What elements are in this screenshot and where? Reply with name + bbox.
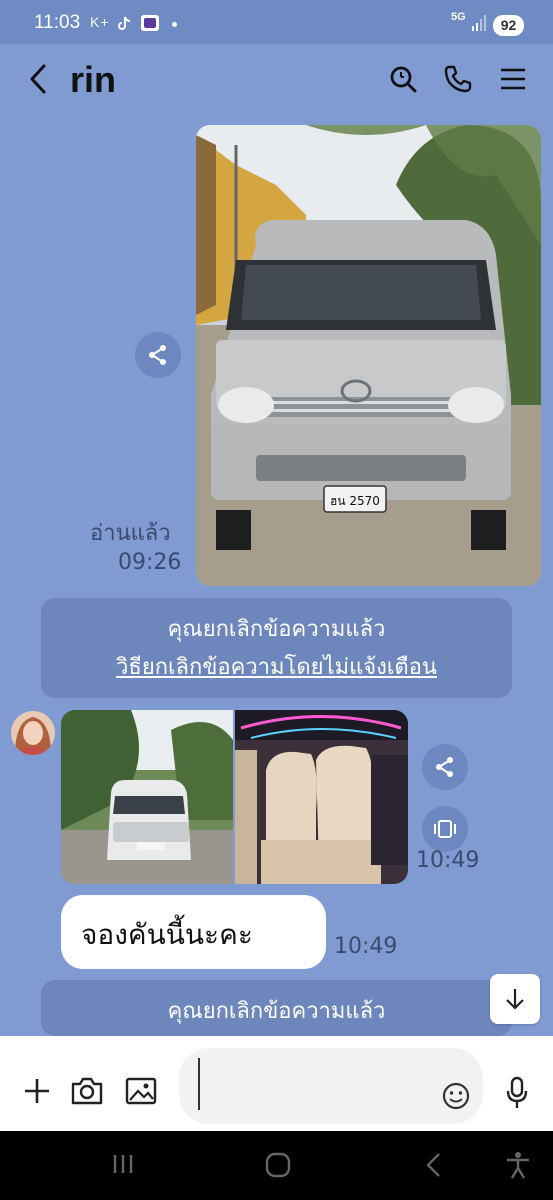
status-carrier-indicator: K+	[90, 14, 110, 30]
menu-icon[interactable]	[498, 64, 528, 94]
home-icon[interactable]	[264, 1151, 292, 1179]
photo-album[interactable]	[61, 710, 408, 884]
album-photos	[61, 710, 408, 884]
back-icon[interactable]	[24, 60, 54, 98]
status-bar: 11:03 K+ 5G 92	[0, 0, 553, 44]
back-nav-icon[interactable]	[422, 1151, 444, 1179]
scroll-to-bottom-button[interactable]	[490, 974, 540, 1024]
message-composer	[0, 1036, 553, 1131]
unsent-text: คุณยกเลิกข้อความแล้ว	[167, 999, 386, 1024]
search-icon[interactable]	[388, 64, 418, 94]
signal-icon	[472, 15, 486, 31]
battery-indicator: 92	[493, 15, 524, 36]
unsent-notice: คุณยกเลิกข้อความแล้ว วิธียกเลิกข้อความโด…	[41, 598, 512, 698]
avatar[interactable]	[11, 711, 55, 755]
chat-title[interactable]: rin	[70, 59, 116, 101]
message-time: 10:49	[416, 848, 480, 873]
album-view-button[interactable]	[422, 806, 468, 852]
read-receipt: อ่านแล้ว	[90, 521, 171, 546]
incoming-message-bubble[interactable]: จองคันนี้นะคะ	[61, 895, 326, 969]
tiktok-icon	[118, 16, 131, 30]
van-photo: ฮน 2570	[196, 125, 541, 586]
phone-icon[interactable]	[443, 64, 473, 94]
notification-dot	[172, 22, 177, 27]
share-icon	[436, 757, 453, 777]
unsent-text: คุณยกเลิกข้อความแล้ว	[167, 617, 386, 642]
share-button[interactable]	[422, 744, 468, 790]
recent-apps-icon[interactable]	[110, 1151, 136, 1177]
share-button[interactable]	[135, 332, 181, 378]
emoji-icon[interactable]	[441, 1081, 471, 1111]
message-time: 10:49	[334, 934, 398, 959]
network-type: 5G	[451, 11, 466, 23]
app-notification-icon	[141, 15, 159, 31]
unsent-notice: คุณยกเลิกข้อความแล้ว	[41, 980, 512, 1036]
message-input[interactable]	[179, 1048, 483, 1124]
arrow-down-icon	[506, 989, 524, 1010]
license-plate: ฮน 2570	[330, 494, 380, 508]
camera-icon[interactable]	[70, 1076, 104, 1106]
van-photo-message[interactable]: ฮน 2570	[196, 125, 541, 586]
expand-icon	[434, 820, 456, 838]
accessibility-icon[interactable]	[505, 1151, 531, 1179]
status-time: 11:03	[34, 12, 81, 33]
system-navigation-bar	[0, 1131, 553, 1200]
image-icon[interactable]	[124, 1076, 158, 1106]
mic-icon[interactable]	[505, 1076, 529, 1110]
unsend-help-link[interactable]: วิธียกเลิกข้อความโดยไม่แจ้งเตือน	[41, 650, 512, 686]
share-icon	[149, 345, 166, 365]
plus-icon[interactable]	[22, 1076, 52, 1106]
chat-header: rin	[0, 44, 553, 120]
message-time: 09:26	[118, 550, 182, 575]
text-caret	[198, 1058, 200, 1110]
